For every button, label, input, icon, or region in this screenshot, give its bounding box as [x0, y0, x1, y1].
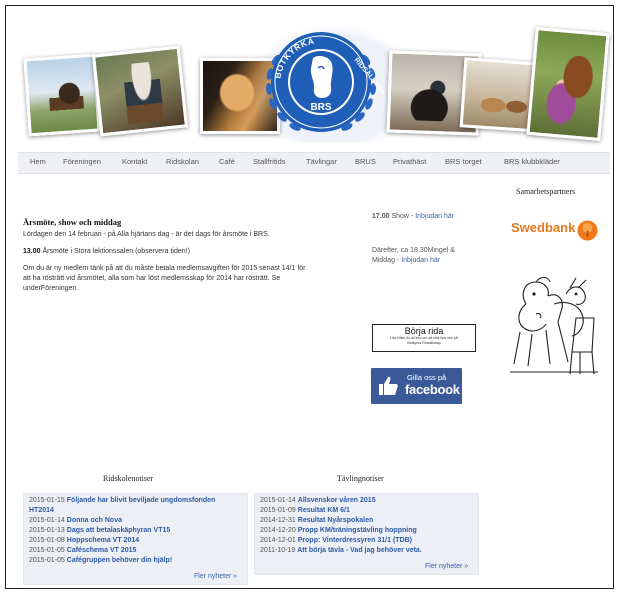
list-item: 2015-01-13 Dags att betalaskäphyran VT15 — [29, 527, 170, 534]
facebook-like-banner[interactable]: Gilla oss på facebook — [371, 368, 462, 404]
news-date: 2015-01-14 — [260, 497, 296, 504]
brs-logo[interactable]: BOTKYRKA RIDSÄLLSKAP BRS — [258, 20, 384, 142]
article-time: 13.00 — [23, 248, 41, 255]
ridskolan-more-link[interactable]: Fler nyheter » — [194, 573, 237, 580]
list-item: 2014-12-31 Resultat Nyårspokalen — [260, 517, 373, 524]
news-date: 2011-10-19 — [260, 547, 296, 554]
show-invite-link[interactable]: Inbjudan här — [415, 213, 454, 220]
tavling-news-box: 2015-01-14 Allsvenskor våren 2015 2015-0… — [254, 493, 479, 575]
nav-privathast[interactable]: Privathäst — [393, 157, 426, 166]
news-link[interactable]: HT2014 — [29, 507, 54, 514]
banner-photo-girl-horse — [526, 26, 610, 142]
logo-brs-text: BRS — [310, 102, 331, 113]
facebook-like-text: Gilla oss på — [407, 373, 447, 382]
news-date: 2015-01-09 — [260, 507, 296, 514]
news-link[interactable]: Propp: Vinterdressyren 31/1 (TDB) — [298, 537, 412, 544]
news-link[interactable]: Hoppschema VT 2014 — [67, 537, 139, 544]
show-time: 17.00 — [372, 213, 390, 220]
show-line: 17.00 Show - Inbjudan här — [372, 212, 454, 222]
nav-foreningen[interactable]: Föreningen — [63, 157, 101, 166]
tavling-news-title: Tävlingnotiser — [337, 474, 384, 483]
news-date: 2014-12-31 — [260, 517, 296, 524]
list-item: HT2014 — [29, 507, 54, 514]
news-link[interactable]: Allsvenskor våren 2015 — [298, 497, 376, 504]
news-date: 2015-01-13 — [29, 527, 65, 534]
list-item: 2015-01-08 Hoppschema VT 2014 — [29, 537, 139, 544]
borja-rida-banner[interactable]: Börja rida Här hittar du all info om att… — [372, 324, 476, 352]
article-line-2: 13.00 Årsmöte i Stora lektionssalen (obs… — [23, 247, 190, 257]
tavling-more-link[interactable]: Fler nyheter » — [425, 563, 468, 570]
news-link[interactable]: Dags att betalaskäphyran VT15 — [67, 527, 171, 534]
article-title: Årsmöte, show och middag — [23, 217, 122, 227]
news-link[interactable]: Cafégruppen behöver din hjälp! — [67, 557, 172, 564]
list-item: 2011-10-19 Att börja tävla - Vad jag beh… — [260, 547, 422, 554]
list-item: 2015-01-09 Resultat KM 6/1 — [260, 507, 350, 514]
nav-tavlingar[interactable]: Tävlingar — [306, 157, 337, 166]
news-link[interactable]: Att börja tävla - Vad jag behöver veta. — [297, 547, 421, 554]
list-item: 2015-01-14 Donna och Nova — [29, 517, 122, 524]
main-nav: Hem Föreningen Kontakt Ridskolan Café St… — [18, 152, 610, 174]
dinner-line-2: Middag - Inbjudan här — [372, 256, 440, 266]
nav-hem[interactable]: Hem — [30, 157, 46, 166]
dinner-line-1: Därefter, ca 18.30Mingel & — [372, 247, 455, 254]
page-frame: BOTKYRKA RIDSÄLLSKAP BRS Hem Föreningen … — [5, 5, 614, 589]
news-link[interactable]: Propp KM/träningstävling hoppning — [298, 527, 417, 534]
news-date: 2015-01-14 — [29, 517, 65, 524]
nav-brs-klubbklader[interactable]: BRS klubbkläder — [504, 157, 560, 166]
list-item: 2014-12-01 Propp: Vinterdressyren 31/1 (… — [260, 537, 412, 544]
facebook-wordmark: facebook — [405, 382, 460, 397]
news-link[interactable]: Caféschema VT 2015 — [67, 547, 137, 554]
partners-title: Samarbetspartners — [516, 187, 576, 196]
list-item: 2015-01-15 Följande har blivit beviljade… — [29, 497, 215, 504]
banner-photo-rider — [91, 45, 189, 137]
ridskolan-news-box: 2015-01-15 Följande har blivit beviljade… — [23, 493, 248, 585]
news-date: 2015-01-05 — [29, 557, 65, 564]
list-item: 2015-01-05 Caféschema VT 2015 — [29, 547, 136, 554]
swedbank-oak-icon — [577, 220, 598, 241]
news-link[interactable]: Följande har blivit beviljade ungdomsfon… — [67, 497, 216, 504]
news-date: 2014-12-20 — [260, 527, 296, 534]
list-item: 2015-01-05 Cafégruppen behöver din hjälp… — [29, 557, 172, 564]
article-para-3-line-3: underFöreningen. — [23, 285, 79, 292]
thumbs-up-icon — [379, 376, 398, 395]
banner-photo-jumping — [23, 53, 101, 137]
nav-stallfritids[interactable]: Stallfritids — [253, 157, 286, 166]
dinner-invite-link[interactable]: Inbjudan här — [401, 257, 440, 264]
ridskolan-news-title: Ridskolenotiser — [103, 474, 154, 483]
news-link[interactable]: Donna och Nova — [67, 517, 122, 524]
list-item: 2015-01-14 Allsvenskor våren 2015 — [260, 497, 376, 504]
article-line-1: Lördagen den 14 februari - på Alla hjärt… — [23, 231, 270, 238]
nav-brs-torget[interactable]: BRS torget — [445, 157, 482, 166]
swedbank-logo-text[interactable]: Swedbank — [511, 220, 575, 235]
news-date: 2015-01-15 — [29, 497, 65, 504]
article-para-3-line-1: Om du är ny medlem tänk på att du måste … — [23, 265, 306, 272]
article-line-2-text: Årsmöte i Stora lektionssalen (observera… — [40, 248, 190, 255]
news-date: 2014-12-01 — [260, 537, 296, 544]
nav-brus[interactable]: BRUS — [355, 157, 376, 166]
borja-rida-title: Börja rida — [404, 326, 444, 336]
article-para-3-line-2: att ha rösträtt vid årsmötet, alla som h… — [23, 275, 281, 282]
dinner-text: Middag - — [372, 257, 402, 264]
news-date: 2015-01-05 — [29, 547, 65, 554]
nav-ridskolan[interactable]: Ridskolan — [166, 157, 199, 166]
horse-cartoon-illustration — [510, 276, 598, 375]
header-banner: BOTKYRKA RIDSÄLLSKAP BRS — [18, 20, 610, 145]
show-text: Show - — [389, 213, 416, 220]
borja-rida-sub-2: Botkyrka Ridsällskap — [407, 340, 441, 345]
news-date: 2015-01-08 — [29, 537, 65, 544]
news-link[interactable]: Resultat Nyårspokalen — [298, 517, 373, 524]
news-link[interactable]: Resultat KM 6/1 — [298, 507, 350, 514]
nav-cafe[interactable]: Café — [219, 157, 235, 166]
list-item: 2014-12-20 Propp KM/träningstävling hopp… — [260, 527, 417, 534]
nav-kontakt[interactable]: Kontakt — [122, 157, 147, 166]
